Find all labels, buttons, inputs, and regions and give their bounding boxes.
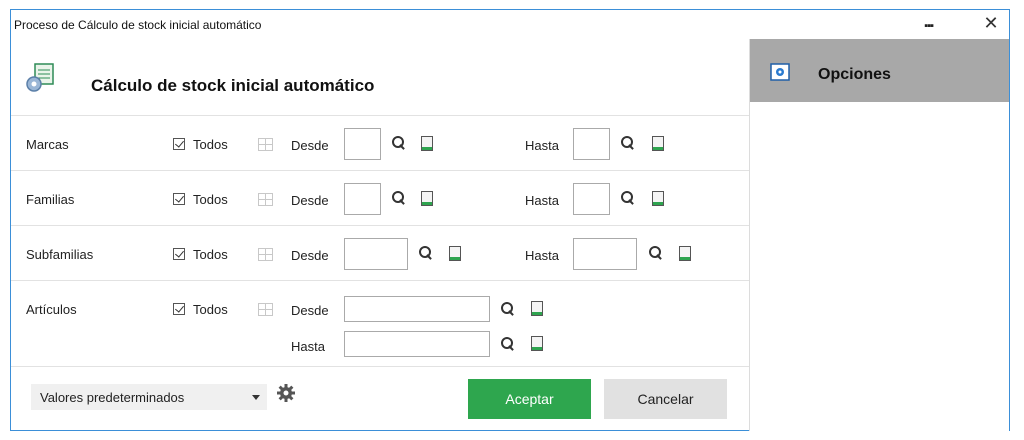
familias-desde-input[interactable] <box>344 183 381 215</box>
grid-icon[interactable] <box>258 193 273 206</box>
row-label-subfamilias: Subfamilias <box>26 247 94 262</box>
document-icon[interactable] <box>679 246 691 261</box>
search-icon[interactable] <box>648 245 664 261</box>
grid-icon[interactable] <box>258 138 273 151</box>
search-icon[interactable] <box>620 135 636 151</box>
dialog-footer: Valores predeterminados Aceptar Cancelar <box>11 366 749 431</box>
todos-checkbox-familias[interactable] <box>173 193 185 205</box>
articulos-desde-input[interactable] <box>344 296 490 322</box>
desde-label: Desde <box>291 138 329 153</box>
todos-checkbox-articulos[interactable] <box>173 303 185 315</box>
search-icon[interactable] <box>391 135 407 151</box>
process-gear-icon <box>26 63 54 92</box>
marcas-desde-input[interactable] <box>344 128 381 160</box>
chevron-down-icon <box>252 395 260 400</box>
desde-label: Desde <box>291 193 329 208</box>
options-panel: Opciones <box>749 39 1009 431</box>
desde-label: Desde <box>291 248 329 263</box>
grid-icon[interactable] <box>258 248 273 261</box>
desde-label: Desde <box>291 303 329 318</box>
dialog-window: Proceso de Cálculo de stock inicial auto… <box>10 9 1010 431</box>
search-icon[interactable] <box>620 190 636 206</box>
hasta-label: Hasta <box>525 193 559 208</box>
more-options-icon[interactable]: ▪▪▪ <box>924 20 934 32</box>
row-familias: Familias Todos Desde Hasta <box>11 170 749 225</box>
hasta-label: Hasta <box>525 248 559 263</box>
document-icon[interactable] <box>421 136 433 151</box>
dialog-header: Cálculo de stock inicial automático <box>11 39 749 115</box>
document-icon[interactable] <box>652 191 664 206</box>
row-label-marcas: Marcas <box>26 137 69 152</box>
preset-select-value: Valores predeterminados <box>40 390 185 405</box>
gear-icon[interactable] <box>276 383 296 403</box>
row-subfamilias: Subfamilias Todos Desde Hasta <box>11 225 749 280</box>
todos-checkbox-subfamilias[interactable] <box>173 248 185 260</box>
grid-icon[interactable] <box>258 303 273 316</box>
document-icon[interactable] <box>421 191 433 206</box>
subfamilias-desde-input[interactable] <box>344 238 408 270</box>
search-icon[interactable] <box>391 190 407 206</box>
page-title: Cálculo de stock inicial automático <box>91 76 375 95</box>
todos-label-familias: Todos <box>193 192 228 207</box>
options-header[interactable]: Opciones <box>750 39 1009 102</box>
todos-checkbox-marcas[interactable] <box>173 138 185 150</box>
search-icon[interactable] <box>500 336 516 352</box>
row-label-familias: Familias <box>26 192 75 207</box>
articulos-hasta-input[interactable] <box>344 331 490 357</box>
preset-select[interactable]: Valores predeterminados <box>31 384 267 410</box>
window-title: Proceso de Cálculo de stock inicial auto… <box>14 18 262 32</box>
hasta-label: Hasta <box>291 339 325 354</box>
todos-label-subfamilias: Todos <box>193 247 228 262</box>
search-icon[interactable] <box>418 245 434 261</box>
options-gear-icon <box>770 63 790 81</box>
options-title: Opciones <box>818 66 891 83</box>
main-panel: Cálculo de stock inicial automático Marc… <box>11 39 749 431</box>
search-icon[interactable] <box>500 301 516 317</box>
subfamilias-hasta-input[interactable] <box>573 238 637 270</box>
document-icon[interactable] <box>531 336 543 351</box>
hasta-label: Hasta <box>525 138 559 153</box>
title-bar: Proceso de Cálculo de stock inicial auto… <box>11 10 1009 39</box>
familias-hasta-input[interactable] <box>573 183 610 215</box>
marcas-hasta-input[interactable] <box>573 128 610 160</box>
row-marcas: Marcas Todos Desde Hasta <box>11 115 749 170</box>
accept-button[interactable]: Aceptar <box>468 379 591 419</box>
row-articulos: Artículos Todos Desde Hasta <box>11 280 749 366</box>
todos-label-marcas: Todos <box>193 137 228 152</box>
close-icon[interactable]: ✕ <box>981 13 1001 34</box>
document-icon[interactable] <box>449 246 461 261</box>
document-icon[interactable] <box>652 136 664 151</box>
cancel-button[interactable]: Cancelar <box>604 379 727 419</box>
document-icon[interactable] <box>531 301 543 316</box>
todos-label-articulos: Todos <box>193 302 228 317</box>
row-label-articulos: Artículos <box>26 302 77 317</box>
